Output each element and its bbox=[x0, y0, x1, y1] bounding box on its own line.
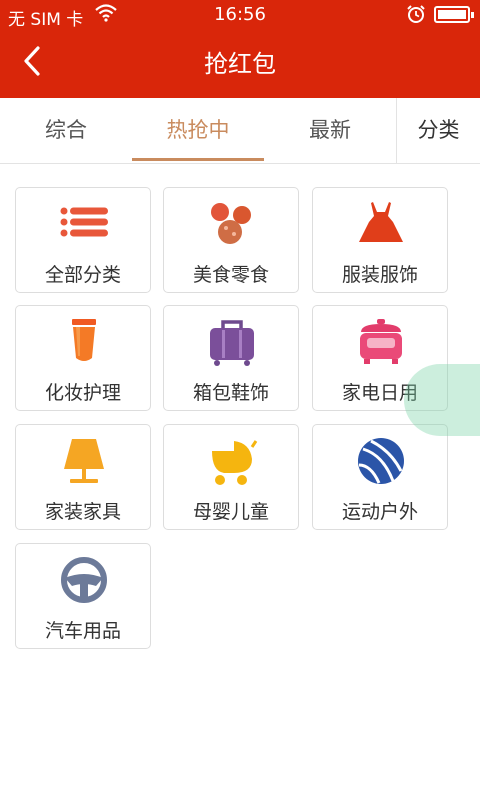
tab-category[interactable]: 分类 bbox=[397, 98, 480, 163]
category-furniture[interactable]: 家装家具 bbox=[15, 424, 151, 530]
category-appliances[interactable]: 家电日用 bbox=[312, 305, 448, 411]
suitcase-icon bbox=[204, 316, 260, 372]
category-clothing[interactable]: 服装服饰 bbox=[312, 187, 448, 293]
category-label: 美食零食 bbox=[192, 264, 269, 286]
category-label: 运动户外 bbox=[341, 501, 418, 523]
category-label: 全部分类 bbox=[44, 264, 121, 286]
tab-newest[interactable]: 最新 bbox=[264, 98, 396, 163]
category-label: 汽车用品 bbox=[44, 620, 121, 642]
snack-icon bbox=[204, 198, 260, 254]
category-food[interactable]: 美食零食 bbox=[163, 187, 299, 293]
category-auto[interactable]: 汽车用品 bbox=[15, 543, 151, 649]
category-label: 箱包鞋饰 bbox=[192, 382, 269, 404]
status-bar: 无 SIM 卡 16:56 bbox=[0, 0, 480, 30]
steering-wheel-icon bbox=[56, 554, 112, 610]
lamp-icon bbox=[56, 435, 112, 491]
list-icon bbox=[56, 198, 112, 254]
category-label: 母婴儿童 bbox=[192, 501, 269, 523]
page-title: 抢红包 bbox=[204, 50, 276, 78]
category-label: 服装服饰 bbox=[341, 264, 418, 286]
category-label: 家电日用 bbox=[341, 382, 418, 404]
category-label: 化妆护理 bbox=[44, 382, 121, 404]
category-cosmetics[interactable]: 化妆护理 bbox=[15, 305, 151, 411]
tab-bar: 综合 热抢中 最新 分类 bbox=[0, 98, 480, 164]
cosmetic-tube-icon bbox=[56, 316, 112, 372]
category-label: 家装家具 bbox=[44, 501, 121, 523]
alarm-icon bbox=[406, 4, 426, 29]
tab-comprehensive[interactable]: 综合 bbox=[0, 98, 132, 163]
app-header: 无 SIM 卡 16:56 抢红包 bbox=[0, 0, 480, 98]
dress-icon bbox=[353, 198, 409, 254]
category-bags[interactable]: 箱包鞋饰 bbox=[163, 305, 299, 411]
category-sports[interactable]: 运动户外 bbox=[312, 424, 448, 530]
category-baby[interactable]: 母婴儿童 bbox=[163, 424, 299, 530]
tab-hot[interactable]: 热抢中 bbox=[132, 98, 264, 163]
rice-cooker-icon bbox=[353, 316, 409, 372]
stroller-icon bbox=[204, 435, 260, 491]
ball-icon bbox=[353, 435, 409, 491]
category-all[interactable]: 全部分类 bbox=[15, 187, 151, 293]
battery-icon bbox=[434, 6, 474, 23]
